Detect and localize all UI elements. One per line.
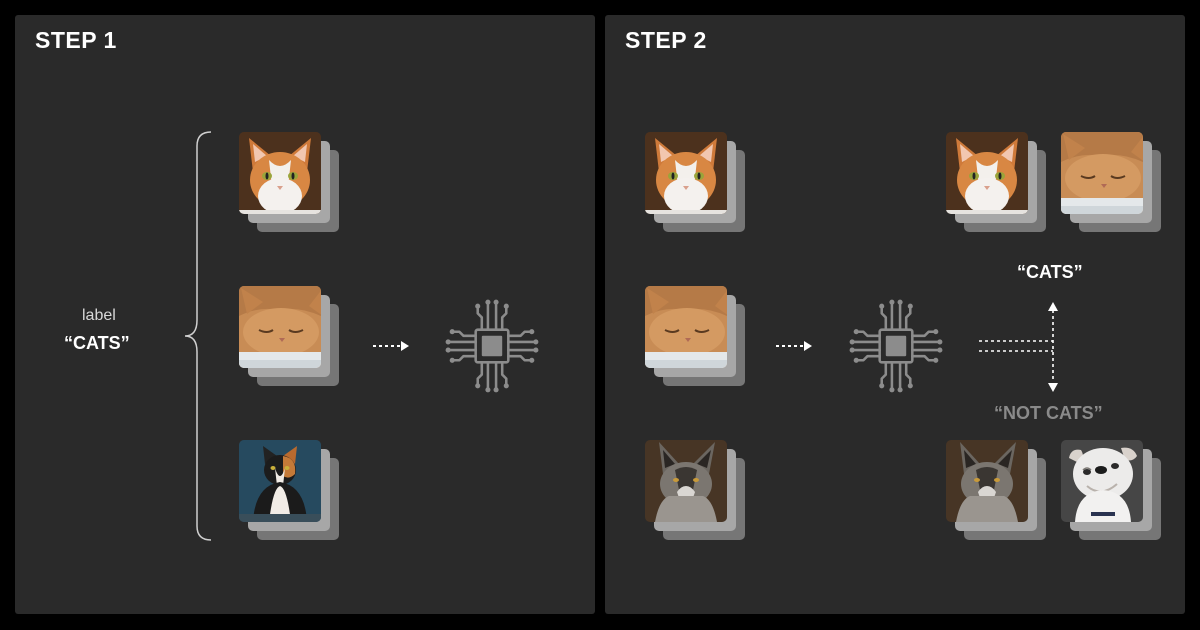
not-cats-output-image-1	[946, 440, 1046, 540]
orange-white-cat-photo	[645, 132, 727, 214]
label-caption: label	[82, 307, 116, 324]
cats-output-image-1	[946, 132, 1046, 232]
sleeping-ginger-cat-photo	[645, 286, 727, 368]
processor-chip-icon	[845, 295, 947, 397]
wolf-dog-photo	[946, 440, 1028, 522]
sleeping-ginger-cat-photo	[239, 286, 321, 368]
output-cats-label: “CATS”	[1017, 262, 1083, 282]
processor-chip-icon	[441, 295, 543, 397]
bulldog-photo	[1061, 440, 1143, 522]
sleeping-ginger-cat-photo	[1061, 132, 1143, 214]
training-image-1	[239, 132, 339, 232]
dotted-arrow-icon	[776, 341, 812, 351]
label-value: “CATS”	[64, 333, 130, 353]
calico-cat-photo	[239, 440, 321, 522]
output-not-cats-label: “NOT CATS”	[994, 403, 1103, 423]
cats-output-image-2	[1061, 132, 1161, 232]
wolf-dog-photo	[645, 440, 727, 522]
not-cats-output-image-2	[1061, 440, 1161, 540]
curly-brace-icon	[184, 131, 212, 541]
orange-white-cat-photo	[239, 132, 321, 214]
step-1-title: STEP 1	[35, 27, 117, 53]
training-image-3	[239, 440, 339, 540]
orange-white-cat-photo	[946, 132, 1028, 214]
dotted-arrow-icon	[373, 341, 409, 351]
step-2-title: STEP 2	[625, 27, 707, 53]
split-output-arrows-icon	[979, 302, 1058, 392]
input-image-3	[645, 440, 745, 540]
training-image-2	[239, 286, 339, 386]
step-2-panel: STEP 2 “CATS” “NOT CATS”	[605, 15, 1185, 614]
input-image-1	[645, 132, 745, 232]
input-image-2	[645, 286, 745, 386]
step-1-panel: STEP 1 label “CATS”	[15, 15, 595, 614]
